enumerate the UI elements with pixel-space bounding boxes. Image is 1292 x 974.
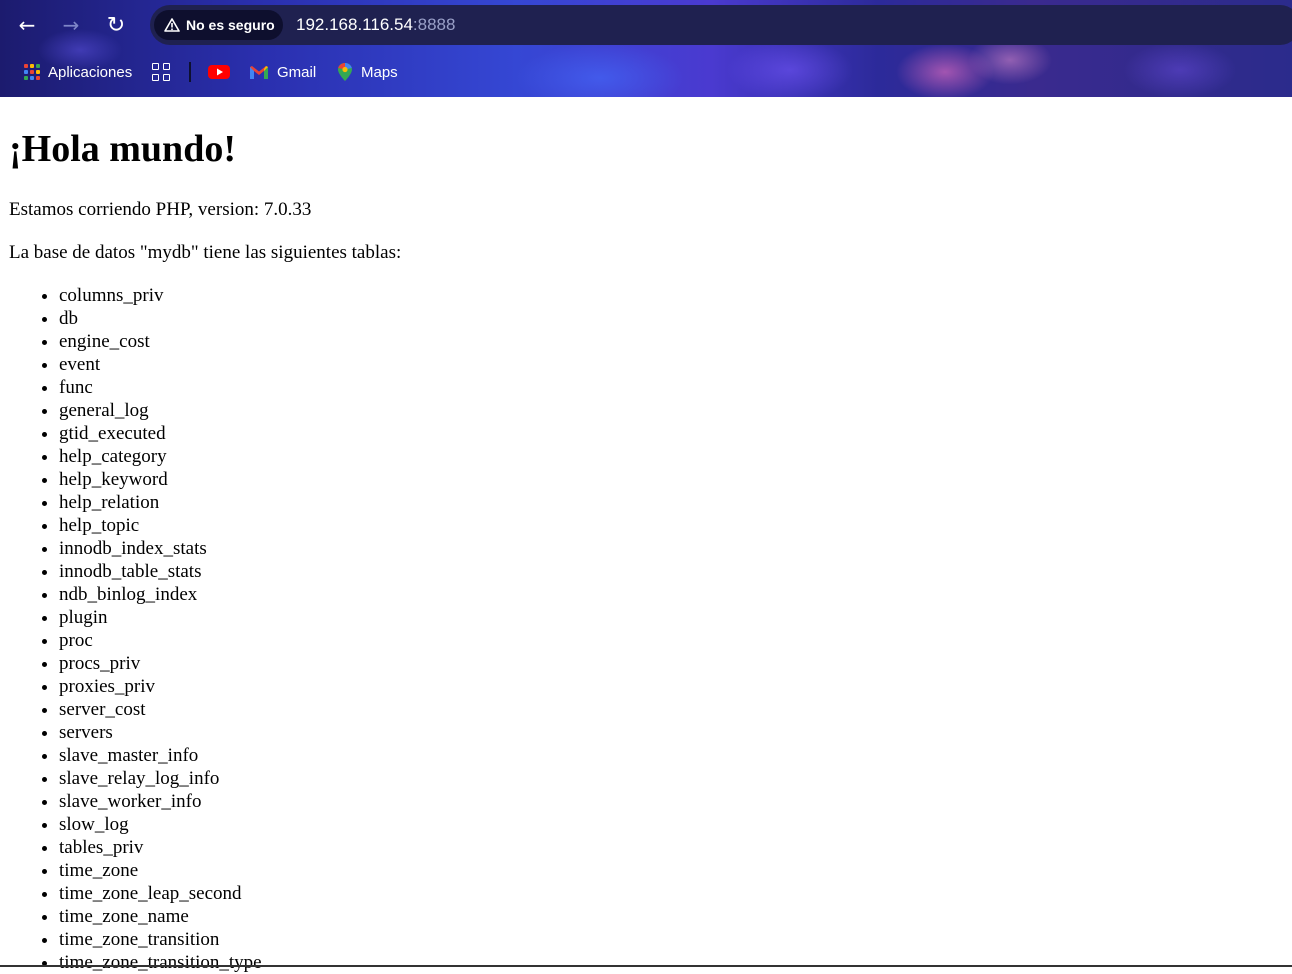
table-list-item: plugin — [59, 606, 262, 629]
bookmark-gmail[interactable]: Gmail — [249, 58, 316, 86]
maps-icon — [338, 63, 352, 81]
security-chip-label: No es seguro — [186, 17, 275, 33]
page-title: ¡Hola mundo! — [9, 128, 236, 170]
table-list-item: time_zone — [59, 859, 262, 882]
table-list-item: help_category — [59, 445, 262, 468]
table-list-item: help_topic — [59, 514, 262, 537]
page-content: ¡Hola mundo! Estamos corriendo PHP, vers… — [9, 97, 1292, 973]
table-list-item: func — [59, 376, 262, 399]
table-list-item: slave_master_info — [59, 744, 262, 767]
bookmark-apps[interactable]: Aplicaciones — [24, 58, 132, 86]
table-list-item: proc — [59, 629, 262, 652]
bookmarks-bar: Aplicaciones Gmail Maps — [0, 58, 1292, 86]
table-list-item: time_zone_leap_second — [59, 882, 262, 905]
bookmark-label: Maps — [361, 63, 398, 81]
table-list-item: tables_priv — [59, 836, 262, 859]
table-list-item: procs_priv — [59, 652, 262, 675]
forward-arrow-icon: → — [62, 13, 80, 37]
table-list-item: engine_cost — [59, 330, 262, 353]
back-button[interactable]: ← — [12, 10, 42, 40]
bookmark-tab-groups[interactable] — [152, 58, 170, 86]
table-list-item: slave_relay_log_info — [59, 767, 262, 790]
gmail-icon — [250, 65, 268, 79]
table-list-item: time_zone_transition — [59, 928, 262, 951]
bookmark-youtube[interactable] — [208, 58, 230, 86]
apps-grid-icon — [24, 64, 40, 80]
reload-icon: ↻ — [106, 12, 126, 38]
warning-icon — [164, 18, 180, 32]
table-list-item: servers — [59, 721, 262, 744]
table-list-item: innodb_table_stats — [59, 560, 262, 583]
table-list-item: innodb_index_stats — [59, 537, 262, 560]
table-list-item: gtid_executed — [59, 422, 262, 445]
table-list-item: help_keyword — [59, 468, 262, 491]
tab-groups-icon — [152, 63, 170, 81]
table-list-item: db — [59, 307, 262, 330]
forward-button[interactable]: → — [56, 10, 86, 40]
back-arrow-icon: ← — [18, 13, 36, 37]
browser-chrome: ← → ↻ No es seguro 192.168.116.54:8888 A… — [0, 0, 1292, 97]
table-list-item: time_zone_name — [59, 905, 262, 928]
table-list-item: slow_log — [59, 813, 262, 836]
bookmark-maps[interactable]: Maps — [337, 58, 398, 86]
table-list-item: help_relation — [59, 491, 262, 514]
url-host: 192.168.116.54 — [296, 15, 413, 34]
reload-button[interactable]: ↻ — [101, 10, 131, 40]
security-chip[interactable]: No es seguro — [154, 10, 283, 40]
bookmarks-separator — [189, 62, 191, 82]
table-list-item: columns_priv — [59, 284, 262, 307]
table-list-item: general_log — [59, 399, 262, 422]
table-list-item: ndb_binlog_index — [59, 583, 262, 606]
db-tables-intro: La base de datos "mydb" tiene las siguie… — [9, 242, 402, 263]
bookmark-label: Gmail — [277, 63, 317, 81]
table-list: columns_privdbengine_costeventfuncgenera… — [9, 284, 262, 974]
table-list-item: slave_worker_info — [59, 790, 262, 813]
url-port: :8888 — [412, 15, 456, 34]
address-bar[interactable]: No es seguro 192.168.116.54:8888 — [150, 5, 1292, 45]
table-list-item: event — [59, 353, 262, 376]
table-list-item: proxies_priv — [59, 675, 262, 698]
bookmark-label: Aplicaciones — [48, 63, 133, 81]
table-list-item: server_cost — [59, 698, 262, 721]
php-version-text: Estamos corriendo PHP, version: 7.0.33 — [9, 199, 312, 220]
table-list-item: time_zone_transition_type — [59, 951, 262, 974]
url-text[interactable]: 192.168.116.54:8888 — [296, 15, 455, 35]
youtube-icon — [208, 65, 230, 79]
